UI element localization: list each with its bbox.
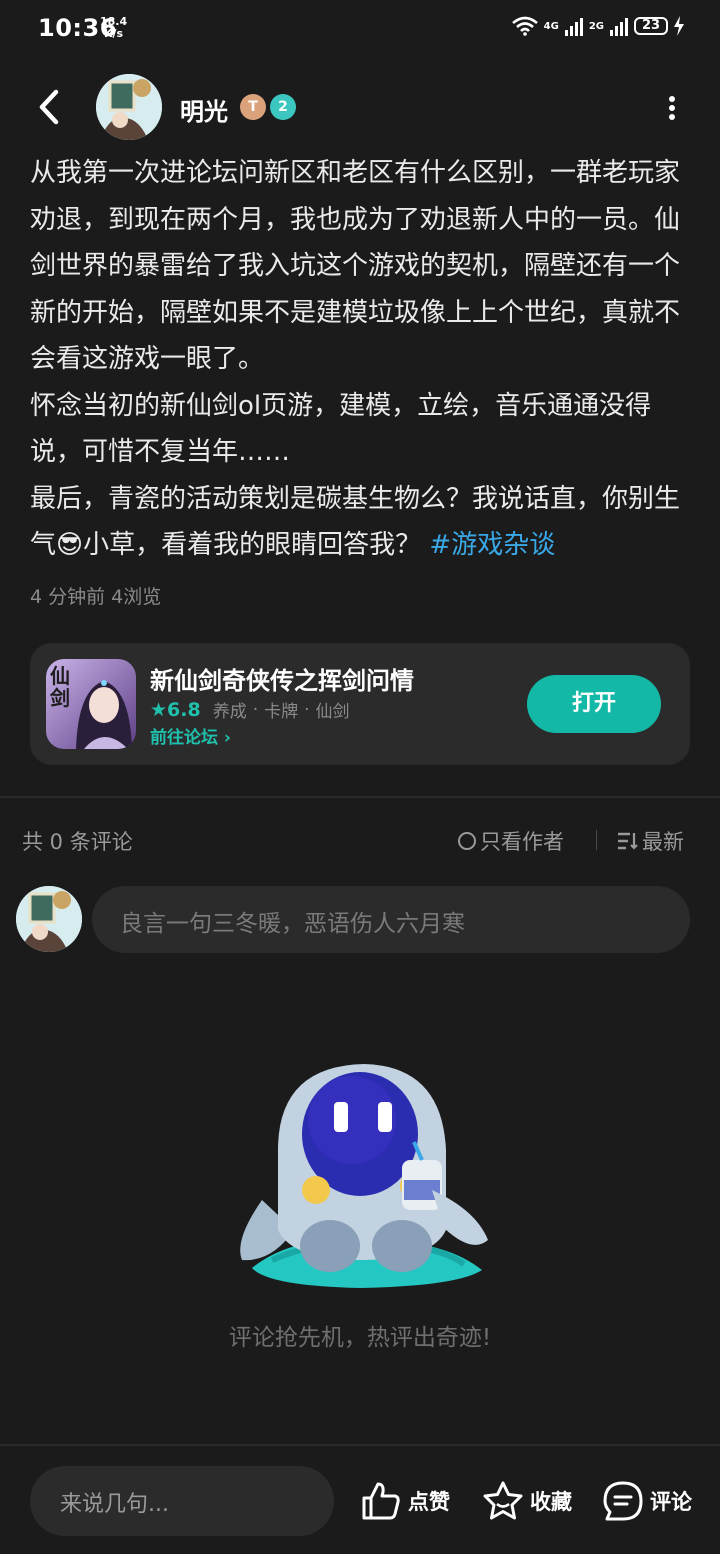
post-paragraph: 怀念当初的新仙剑ol页游，建模，立绘，音乐通通没得说，可惜不复当年…… [30,390,652,468]
bottom-input-placeholder: 来说几句... [60,1492,169,1517]
title-badge: T [240,94,266,120]
bottom-bar-divider [0,1444,720,1446]
back-button[interactable] [30,84,70,130]
star-icon [483,1481,523,1520]
signal-icon [564,16,583,36]
avatar-image [16,886,82,952]
section-divider [0,796,720,798]
empty-state-text: 评论抢先机，热评出奇迹! [228,1325,492,1351]
bottom-comment-input[interactable]: 来说几句... [30,1466,334,1536]
author-only-label: 只看作者 [480,830,564,854]
thumbs-up-icon [362,1482,400,1520]
game-tag: 仙剑 [315,702,350,722]
comment-count: 共 0 条评论 [22,830,133,854]
comment-input[interactable]: 良言一句三冬暖，恶语伤人六月寒 [92,886,690,953]
comment-input-placeholder: 良言一句三冬暖，恶语伤人六月寒 [120,911,465,937]
post-paragraph-tail: 小草，看着我的眼睛回答我？ [83,530,422,560]
post-meta: 4 分钟前 4浏览 [30,586,162,608]
network-speed-unit: K/s [104,27,124,40]
post-content: 从我第一次进论坛问新区和老区有什么区别，一群老玩家劝退，到现在两个月，我也成为了… [30,150,692,569]
open-game-button[interactable]: 打开 [527,675,661,733]
radio-circle-icon [458,832,476,850]
game-title: 新仙剑奇侠传之挥剑问情 [150,667,414,695]
sort-icon [618,832,638,850]
network-4g-label: 4G [543,20,559,32]
level-badge: 2 [270,94,296,120]
network-speed: 18.4 K/s [100,16,127,40]
game-card[interactable]: 仙剑 新仙剑奇侠传之挥剑问情 ★6.8 养成 · 卡牌 · 仙剑 前往论坛 › … [30,643,690,765]
game-tag: 卡牌 [264,702,299,722]
wifi-icon [511,16,538,36]
signal-icon-2 [610,16,628,36]
topic-tag-link[interactable]: #游戏杂谈 [429,530,555,560]
avatar-image [96,74,162,140]
author-only-toggle[interactable]: 只看作者 [458,826,564,856]
like-button[interactable]: 点赞 [360,1480,450,1522]
game-forum-link[interactable]: 前往论坛 › [150,723,231,748]
tag-separator: · [304,699,310,720]
comment-button[interactable]: 评论 [602,1480,692,1522]
author-avatar[interactable] [96,74,162,140]
battery-icon: 23 [634,17,668,35]
game-tag: 养成 [212,702,247,722]
charging-icon [674,16,684,36]
comment-icon [603,1481,643,1521]
sunglasses-emoji-icon: 😎 [56,530,84,560]
network-2g-label: 2G [588,20,604,32]
post-paragraph: 最后，青瓷的活动策划是碳基生物么？我说话直，你别生气😎小草，看着我的眼睛回答我？… [30,476,692,569]
tag-separator: · [252,699,259,720]
author-name[interactable]: 明光 [180,92,228,127]
like-label: 点赞 [408,1490,450,1514]
favorite-button[interactable]: 收藏 [482,1480,572,1522]
game-rating: ★6.8 [150,698,201,721]
more-options-icon[interactable] [660,92,684,124]
my-avatar [16,886,82,952]
sort-divider [596,830,597,850]
status-icons: 4G 2G 23 [511,16,684,36]
post-paragraph: 从我第一次进论坛问新区和老区有什么区别，一群老玩家劝退，到现在两个月，我也成为了… [30,158,681,374]
game-icon-text: 仙剑 [50,664,70,710]
empty-state-mascot [240,1064,488,1288]
sort-label: 最新 [642,830,684,854]
status-bar: 10:36 18.4 K/s 4G 2G 23 [0,0,720,60]
game-tags: ★6.8 养成 · 卡牌 · 仙剑 [150,697,350,723]
favorite-label: 收藏 [530,1490,572,1514]
sort-latest-button[interactable]: 最新 [616,826,684,856]
comment-label: 评论 [650,1490,692,1514]
game-icon: 仙剑 [46,659,136,749]
